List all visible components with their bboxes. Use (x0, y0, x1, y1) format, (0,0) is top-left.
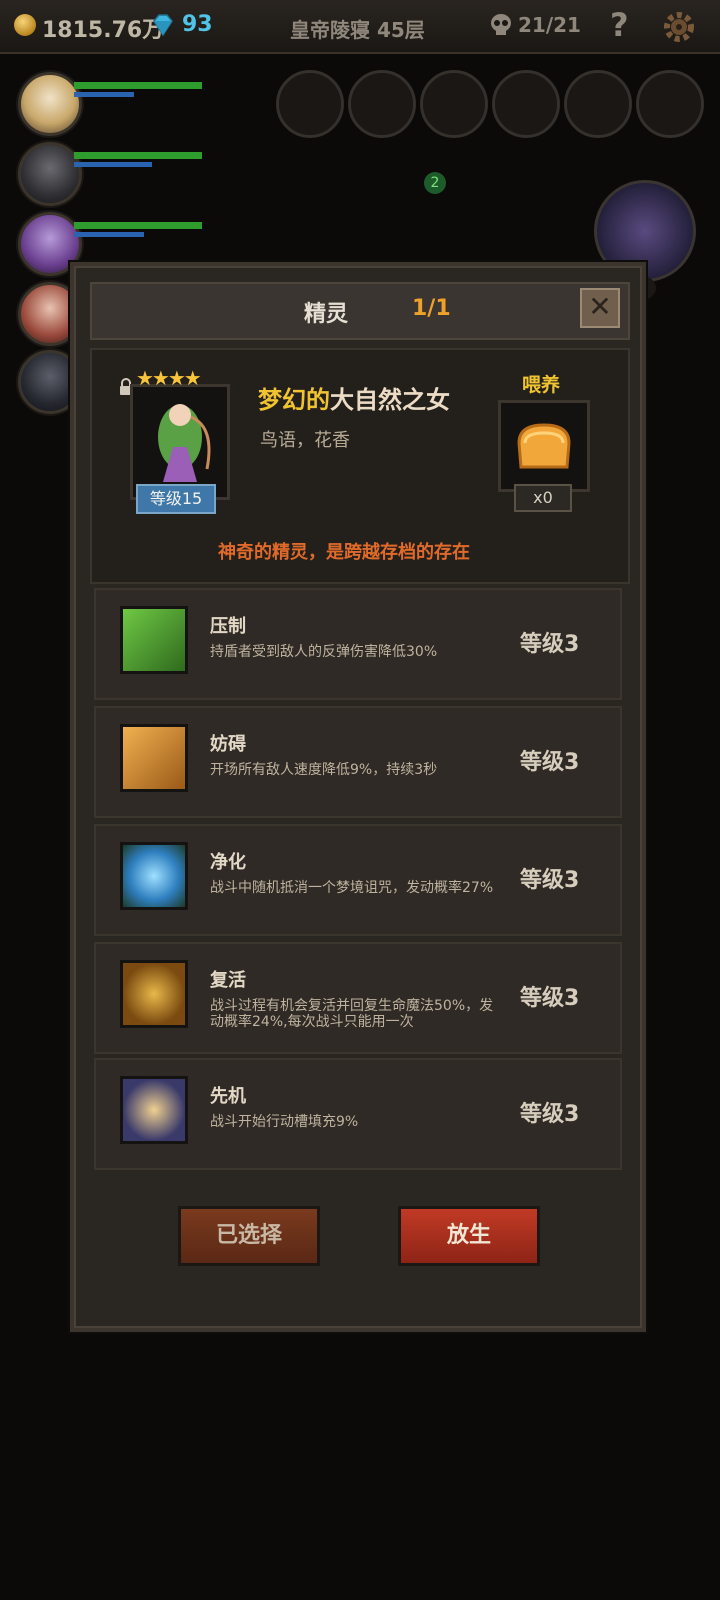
skill-slot-bell[interactable] (420, 70, 488, 138)
skill-level: 等级3 (520, 750, 580, 775)
selected-button[interactable]: 已选择 (178, 1206, 320, 1266)
skill-slot-feather[interactable] (492, 70, 560, 138)
sprite-name-main: 大自然之女 (330, 386, 450, 414)
skill-name: 复活 (210, 970, 246, 991)
bread-icon (517, 423, 571, 469)
gold-coin-icon (14, 14, 36, 36)
skill-level: 等级3 (520, 986, 580, 1011)
skill-row-hinder: 妨碍 开场所有敌人速度降低9%，持续3秒 等级3 (94, 706, 622, 818)
gold-amount: 1815.76万 (42, 18, 165, 43)
close-button[interactable]: ✕ (580, 288, 620, 328)
skill-slot-hat[interactable] (564, 70, 632, 138)
leopard-icon (120, 1076, 188, 1144)
skill-badge: 2 (424, 172, 446, 194)
dialog-header (90, 282, 630, 340)
skill-desc: 战斗过程有机会复活并回复生命魔法50%，发动概率24%,每次战斗只能用一次 (210, 998, 494, 1030)
skill-name: 压制 (210, 616, 246, 637)
sprite-level-badge: 等级15 (136, 484, 216, 514)
dialog-title: 精灵 (304, 302, 349, 327)
chained-boot-icon (120, 724, 188, 792)
feed-label: 喂养 (522, 374, 561, 396)
gem-amount: 93 (182, 12, 213, 37)
kill-counter: 21/21 (518, 13, 581, 37)
skill-desc: 战斗开始行动槽填充9% (210, 1114, 359, 1130)
skill-desc: 战斗中随机抵消一个梦境诅咒，发动概率27% (210, 880, 494, 896)
skill-row-suppress: 压制 持盾者受到敌人的反弹伤害降低30% 等级3 (94, 588, 622, 700)
skill-name: 妨碍 (210, 734, 246, 755)
rarity-stars: ★★★★ (136, 366, 202, 390)
sprite-dialog: 精灵 1/1 ✕ ★★★★ 等级15 梦幻的大自然之女 鸟语，花香 喂养 x0 … (70, 262, 646, 1332)
feed-count: x0 (514, 484, 572, 512)
floor-label: 皇帝陵寝 45层 (290, 18, 425, 42)
hero-portrait-1[interactable] (18, 72, 82, 136)
sprite-description: 鸟语，花香 (260, 430, 350, 451)
hero-status-bar-2 (74, 150, 214, 172)
flavor-text: 神奇的精灵，是跨越存档的存在 (218, 542, 470, 563)
skill-row-initiative: 先机 战斗开始行动槽填充9% 等级3 (94, 1058, 622, 1170)
hero-portrait-2[interactable] (18, 142, 82, 206)
help-button[interactable]: ? (610, 6, 629, 44)
skill-row-revive: 复活 战斗过程有机会复活并回复生命魔法50%，发动概率24%,每次战斗只能用一次… (94, 942, 622, 1054)
skill-level: 等级3 (520, 868, 580, 893)
hero-status-bar-1 (74, 80, 214, 102)
hero-status-bar-3 (74, 220, 214, 242)
skill-desc: 持盾者受到敌人的反弹伤害降低30% (210, 644, 438, 660)
top-bar: 1815.76万 93 皇帝陵寝 45层 21/21 ? (0, 0, 720, 54)
skill-slot-eye[interactable] (276, 70, 344, 138)
skill-row-purify: 净化 战斗中随机抵消一个梦境诅咒，发动概率27% 等级3 (94, 824, 622, 936)
skill-slot-pumpkin[interactable] (636, 70, 704, 138)
skull-icon (491, 14, 511, 35)
release-button[interactable]: 放生 (398, 1206, 540, 1266)
skill-name: 净化 (210, 852, 246, 873)
skill-level: 等级3 (520, 1102, 580, 1127)
skill-slot-potion[interactable] (348, 70, 416, 138)
sprite-name-prefix: 梦幻的 (258, 386, 330, 414)
skill-level: 等级3 (520, 632, 580, 657)
sprite-portrait[interactable] (130, 384, 230, 500)
gear-icon[interactable] (662, 10, 696, 44)
blue-flower-icon (120, 842, 188, 910)
sprite-name: 梦幻的大自然之女 (258, 380, 450, 415)
skill-desc: 开场所有敌人速度降低9%，持续3秒 (210, 762, 438, 778)
feed-item-slot[interactable] (498, 400, 590, 492)
skill-name: 先机 (210, 1086, 246, 1107)
claw-icon (120, 606, 188, 674)
dialog-count: 1/1 (412, 296, 451, 321)
revive-figure-icon (120, 960, 188, 1028)
diamond-icon (153, 14, 173, 37)
